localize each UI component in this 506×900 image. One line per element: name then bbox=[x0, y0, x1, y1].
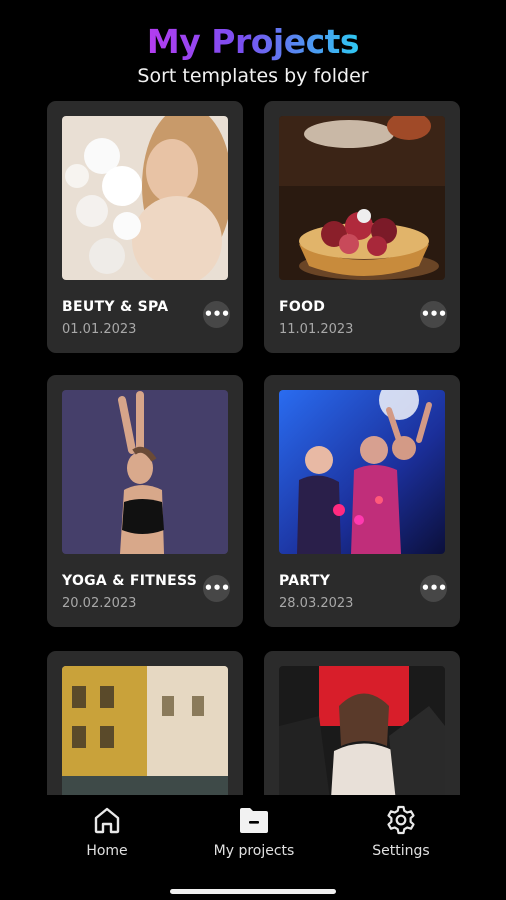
more-options-button[interactable]: ••• bbox=[420, 575, 447, 602]
project-thumbnail-6 bbox=[279, 666, 445, 795]
project-date: 20.02.2023 bbox=[62, 596, 137, 611]
projects-grid: BEUTY & SPA 01.01.2023 ••• FOOD 11.01.20… bbox=[0, 0, 506, 795]
project-card-party[interactable]: PARTY 28.03.2023 ••• bbox=[264, 375, 460, 627]
project-date: 11.01.2023 bbox=[279, 322, 354, 337]
more-options-button[interactable]: ••• bbox=[203, 301, 230, 328]
nav-item-settings[interactable]: Settings bbox=[341, 803, 461, 859]
project-thumbnail-beauty-spa bbox=[62, 116, 228, 280]
page-title: My Projects bbox=[146, 22, 360, 61]
project-date: 01.01.2023 bbox=[62, 322, 137, 337]
more-horizontal-icon: ••• bbox=[203, 305, 231, 323]
nav-label-my-projects: My projects bbox=[213, 843, 295, 859]
more-horizontal-icon: ••• bbox=[203, 579, 231, 597]
project-card-5[interactable] bbox=[47, 651, 243, 795]
project-card-food[interactable]: FOOD 11.01.2023 ••• bbox=[264, 101, 460, 353]
more-options-button[interactable]: ••• bbox=[203, 575, 230, 602]
project-name: FOOD bbox=[279, 299, 326, 315]
gear-icon bbox=[341, 803, 461, 837]
project-name: YOGA & FITNESS bbox=[62, 573, 198, 589]
project-name: PARTY bbox=[279, 573, 331, 589]
more-options-button[interactable]: ••• bbox=[420, 301, 447, 328]
nav-item-my-projects[interactable]: My projects bbox=[194, 803, 314, 859]
more-horizontal-icon: ••• bbox=[420, 579, 448, 597]
home-indicator[interactable] bbox=[170, 889, 336, 894]
nav-item-home[interactable]: Home bbox=[47, 803, 167, 859]
project-thumbnail-5 bbox=[62, 666, 228, 795]
folder-icon bbox=[194, 803, 314, 837]
project-card-6[interactable] bbox=[264, 651, 460, 795]
bottom-navigation: Home My projects Settings bbox=[0, 795, 506, 900]
project-thumbnail-food bbox=[279, 116, 445, 280]
project-thumbnail-yoga-fitness bbox=[62, 390, 228, 554]
project-name: BEUTY & SPA bbox=[62, 299, 169, 315]
home-icon bbox=[47, 803, 167, 837]
page-header: My Projects Sort templates by folder bbox=[0, 22, 506, 88]
nav-label-settings: Settings bbox=[372, 843, 430, 859]
project-card-yoga-fitness[interactable]: YOGA & FITNESS 20.02.2023 ••• bbox=[47, 375, 243, 627]
project-thumbnail-party bbox=[279, 390, 445, 554]
project-date: 28.03.2023 bbox=[279, 596, 354, 611]
more-horizontal-icon: ••• bbox=[420, 305, 448, 323]
page-subtitle: Sort templates by folder bbox=[137, 65, 369, 87]
project-card-beauty-spa[interactable]: BEUTY & SPA 01.01.2023 ••• bbox=[47, 101, 243, 353]
nav-label-home: Home bbox=[86, 843, 128, 859]
